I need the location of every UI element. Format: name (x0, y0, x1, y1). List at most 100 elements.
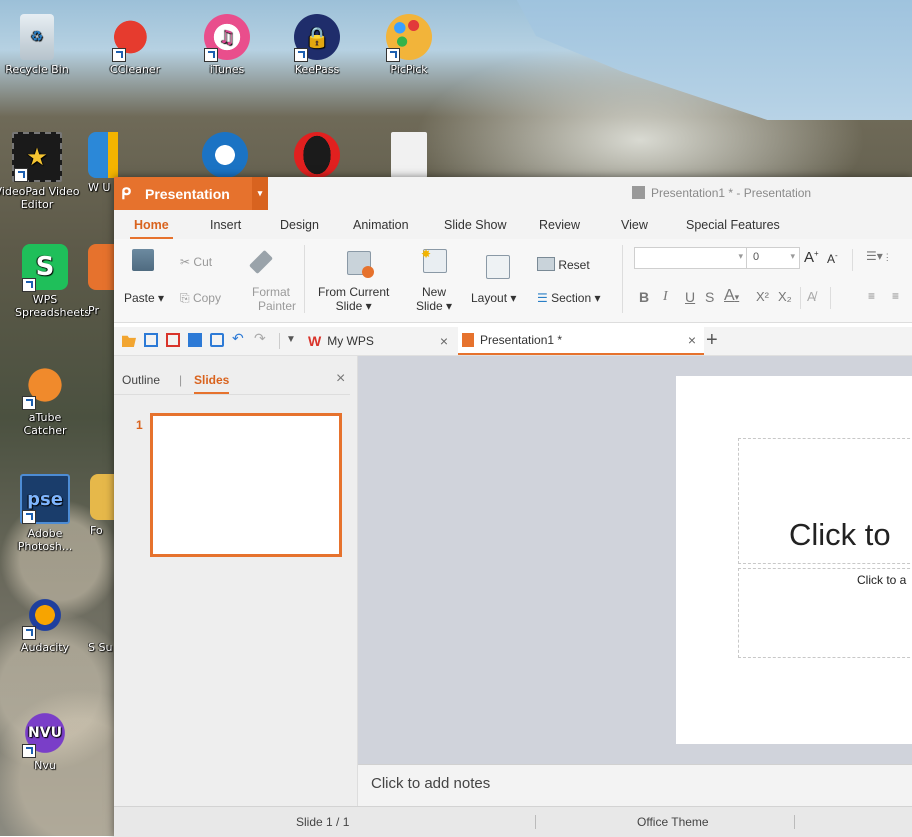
tab-special-features[interactable]: Special Features (686, 218, 780, 232)
desktop-icon-audacity[interactable]: Audacity (2, 592, 88, 654)
open-folder-icon[interactable] (122, 335, 136, 347)
app-icon (88, 592, 116, 638)
grow-font-label: A (804, 249, 815, 266)
app-icon (202, 132, 248, 178)
close-icon[interactable]: × (440, 333, 448, 349)
new-tab-plus-icon[interactable]: + (706, 329, 718, 352)
layout-button[interactable]: Layout ▾ (471, 291, 516, 305)
tab-home[interactable]: Home (130, 218, 173, 240)
keepass-icon: 🔒 (294, 14, 340, 62)
slide-1[interactable]: Click to Click to a (676, 376, 912, 744)
desktop-icon-wps-spreadsheets[interactable]: S WPS Spreadsheets (2, 244, 91, 319)
bullets-icon: ☰ (866, 249, 877, 263)
tab-review[interactable]: Review (539, 218, 580, 232)
app-menu-dropdown[interactable]: ▾ (252, 177, 268, 210)
separator (535, 815, 536, 829)
grow-font-button[interactable]: A+ (804, 249, 819, 266)
copy-button[interactable]: ⎘ Copy (180, 291, 221, 306)
align-center-icon: ≡ (892, 289, 900, 303)
print-preview-icon[interactable] (210, 333, 224, 347)
doc-tab-presentation1[interactable]: Presentation1 * × (458, 327, 704, 355)
underline-button[interactable]: U (685, 289, 695, 305)
superscript-button[interactable]: X² (756, 289, 769, 304)
desktop-icon-recycle-bin[interactable]: ♻ Recycle Bin (0, 14, 80, 76)
slide-thumbnail-number: 1 (136, 418, 143, 432)
desktop-icon-photoshop-elements[interactable]: pse Adobe Photosh... (2, 474, 88, 553)
subtitle-placeholder[interactable]: Click to a (738, 568, 912, 658)
font-size-combo[interactable]: 0 ▾ (746, 247, 800, 269)
cut-button[interactable]: ✂ Cut (180, 255, 212, 269)
align-left-button[interactable]: ≡ (868, 289, 875, 303)
close-pane-icon[interactable]: × (336, 370, 345, 388)
tab-slides[interactable]: Slides (194, 373, 230, 394)
section-button[interactable]: ☰ Section ▾ (537, 291, 601, 305)
undo-icon[interactable]: ↶ (232, 330, 246, 346)
slide-counter: Slide 1 / 1 (296, 815, 350, 829)
tab-outline[interactable]: Outline (122, 373, 160, 387)
bullets-button[interactable]: ☰▾⋮ (866, 249, 892, 263)
desktop-icon-nvu[interactable]: NVU Nvu (2, 710, 88, 772)
cut-label: Cut (193, 255, 213, 269)
shrink-font-button[interactable]: A- (827, 251, 838, 266)
reset-button[interactable]: Reset (537, 257, 590, 272)
tab-view[interactable]: View (621, 218, 648, 232)
font-name-combo[interactable]: ▾ (634, 247, 748, 269)
desktop-icon-document[interactable] (366, 132, 452, 181)
tab-animation[interactable]: Animation (353, 218, 409, 232)
slide-thumbnail-1[interactable] (150, 413, 342, 557)
slide-editing-area[interactable]: Click to Click to a (358, 356, 912, 764)
doc-tab-label: Presentation1 * (480, 333, 563, 347)
font-color-button[interactable]: A▾ (724, 287, 739, 305)
desktop-icon-itunes[interactable]: ♫ iTunes (184, 14, 270, 76)
redo-icon[interactable]: ↷ (254, 330, 268, 346)
desktop-icon-folder[interactable]: Fo (90, 474, 116, 537)
doc-tab-my-wps[interactable]: W My WPS × (304, 327, 458, 355)
from-current-slide-button[interactable]: From Current Slide ▾ (318, 285, 389, 313)
bold-button[interactable]: B (639, 289, 649, 305)
desktop-icon-ccleaner[interactable]: CCleaner (92, 14, 178, 76)
chevron-down-icon: ▾ (738, 251, 743, 261)
opera-icon (294, 132, 340, 178)
tab-design[interactable]: Design (280, 218, 319, 232)
app-menu-label: Presentation (145, 185, 230, 202)
format-painter-button[interactable]: Format Painter (246, 285, 296, 313)
italic-button[interactable]: I (663, 289, 668, 305)
theme-name: Office Theme (637, 815, 709, 829)
customize-quick-access-icon[interactable]: ▼ (286, 334, 300, 348)
from-current-label-line2: Slide (335, 299, 363, 313)
desktop-icon-label: KeePass (294, 63, 340, 76)
strikethrough-button[interactable]: S (705, 289, 714, 305)
window-title-text: Presentation1 * - Presentation (651, 186, 812, 200)
desktop-icon-openoffice[interactable] (182, 132, 268, 181)
save-icon[interactable] (144, 333, 158, 347)
align-center-button[interactable]: ≡ (892, 289, 899, 303)
nvu-icon: NVU (22, 710, 68, 758)
window-title: Presentation1 * - Presentation (632, 186, 811, 200)
desktop-icon-picpick[interactable]: PicPick (366, 14, 452, 76)
recycle-bin-icon: ♻ (20, 14, 54, 60)
clear-format-button[interactable]: A̸ (807, 289, 816, 304)
tab-insert[interactable]: Insert (210, 218, 241, 232)
new-slide-button[interactable]: New Slide ▾ (416, 285, 452, 313)
quick-access-bar: ↶ ↷ ▼ W My WPS × Presentation1 * × + (114, 327, 912, 356)
notes-pane[interactable]: Click to add notes (358, 764, 912, 807)
close-icon[interactable]: × (688, 332, 696, 348)
print-icon[interactable] (188, 333, 202, 347)
tab-slide-show[interactable]: Slide Show (444, 218, 507, 232)
desktop-icon-label: WPS Spreadsheets (15, 293, 91, 319)
desktop-icon-wps-presentation[interactable]: Pr (88, 244, 116, 317)
layout-icon (486, 255, 510, 279)
shrink-font-label: A (827, 252, 836, 266)
title-placeholder[interactable]: Click to (738, 438, 912, 564)
desktop-icon-videopad[interactable]: ★ VideoPad Video Editor (0, 132, 80, 211)
paste-button[interactable]: Paste ▾ (124, 291, 164, 305)
export-pdf-icon[interactable] (166, 333, 180, 347)
subscript-button[interactable]: X₂ (778, 289, 792, 304)
underline-label: U (685, 289, 696, 305)
strikethrough-label: S (705, 289, 715, 305)
desktop-icon-keepass[interactable]: 🔒 KeePass (274, 14, 360, 76)
desktop-icon-opera[interactable] (274, 132, 360, 181)
app-menu-button[interactable]: ᑭ Presentation ▾ (114, 177, 268, 210)
desktop-icon-other[interactable]: S Su (88, 592, 116, 654)
desktop-icon-atube-catcher[interactable]: aTube Catcher (2, 362, 88, 437)
